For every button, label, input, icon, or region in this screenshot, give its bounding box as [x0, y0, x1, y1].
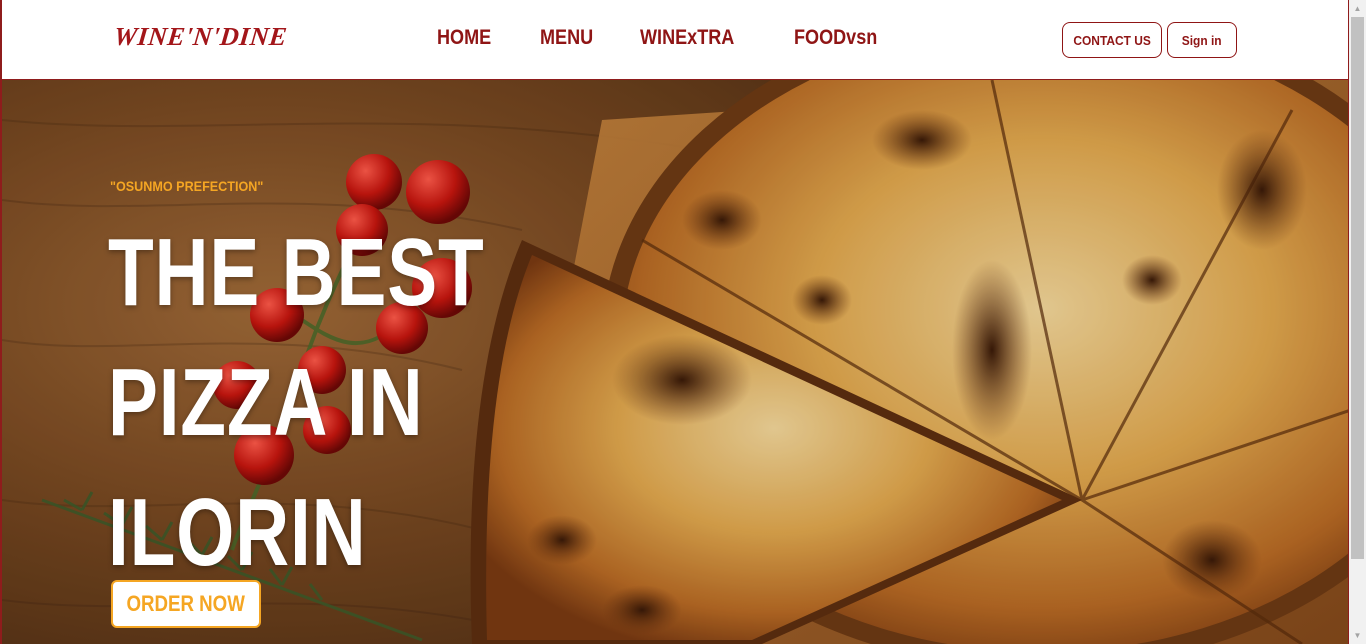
scroll-down-arrow-icon[interactable]: ▼	[1349, 627, 1366, 644]
sign-in-button[interactable]: Sign in	[1167, 22, 1237, 58]
main-nav: HOME MENU WINExTRA FOODvsn	[437, 26, 890, 50]
nav-link-home[interactable]: HOME	[437, 26, 491, 50]
nav-link-menu[interactable]: MENU	[540, 26, 593, 50]
hero-headline: THE BEST PIZZA IN ILORIN	[108, 208, 485, 598]
navbar: WINE'N'DINE HOME MENU WINExTRA FOODvsn C…	[2, 0, 1348, 80]
order-now-button[interactable]: ORDER NOW	[111, 580, 261, 628]
hero-tagline: "OSUNMO PREFECTION"	[110, 178, 264, 194]
nav-link-foodvsn[interactable]: FOODvsn	[794, 26, 877, 50]
headline-line-2: PIZZA IN	[108, 349, 424, 456]
scrollbar-thumb[interactable]	[1351, 17, 1364, 559]
contact-us-label: CONTACT US	[1073, 32, 1151, 48]
page: WINE'N'DINE HOME MENU WINExTRA FOODvsn C…	[0, 0, 1349, 644]
contact-us-button[interactable]: CONTACT US	[1062, 22, 1162, 58]
brand-logo[interactable]: WINE'N'DINE	[112, 22, 289, 52]
nav-link-winextra[interactable]: WINExTRA	[640, 26, 734, 50]
headline-line-1: THE BEST	[108, 219, 485, 326]
vertical-scrollbar[interactable]: ▲ ▼	[1349, 0, 1366, 644]
order-now-label: ORDER NOW	[126, 591, 246, 616]
headline-line-3: ILORIN	[108, 479, 367, 586]
sign-in-label: Sign in	[1182, 32, 1222, 48]
scroll-up-arrow-icon[interactable]: ▲	[1349, 0, 1366, 17]
hero-section: "OSUNMO PREFECTION" THE BEST PIZZA IN IL…	[2, 80, 1348, 644]
